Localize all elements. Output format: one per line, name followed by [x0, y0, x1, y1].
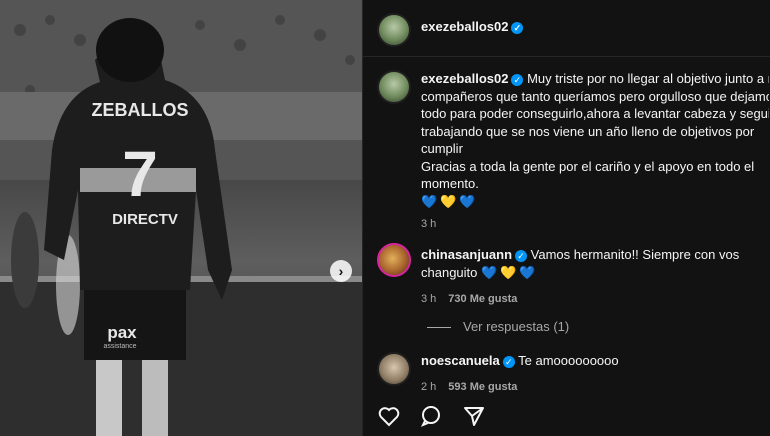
- view-replies-button[interactable]: Ver respuestas (1): [427, 318, 569, 336]
- comment-time[interactable]: 2 h: [421, 381, 436, 393]
- yellow-heart-icon: 💛: [440, 193, 460, 209]
- comment-item: noescanuela ✓ Te amooooooooo 2 h 593 Me gu…: [421, 352, 761, 396]
- caption-time[interactable]: 3 h: [421, 216, 769, 234]
- comment-text: Te amooooooooo: [518, 353, 619, 368]
- sponsor2-sub-text: assistance: [103, 343, 136, 350]
- verified-icon: ✓: [515, 249, 528, 262]
- post-sidebar: exezeballos02 ✓ exezeballos02 ✓ Muy triste…: [362, 0, 770, 436]
- author-avatar[interactable]: [377, 13, 411, 47]
- comment-likes[interactable]: 593 Me gusta: [448, 381, 517, 393]
- verified-icon: ✓: [502, 355, 515, 368]
- caption-line-6: Gracias a toda la gente por el cariño y …: [421, 158, 755, 174]
- verified-icon: ✓: [511, 73, 524, 86]
- comment-text-2: changuito: [421, 265, 478, 280]
- post-actions: [377, 404, 500, 433]
- post-header: exezeballos02 ✓: [363, 0, 770, 57]
- sponsor2-text: pax: [107, 323, 137, 342]
- comment-item: chinasanjuann ✓ Vamos hermanito!! Siempre…: [421, 246, 761, 308]
- reply-divider: [427, 327, 451, 329]
- blue-heart-icon: 💙: [421, 193, 441, 209]
- commenter-avatar[interactable]: [377, 243, 411, 277]
- commenter-avatar[interactable]: [377, 352, 411, 386]
- heart-icon[interactable]: [377, 404, 401, 433]
- share-icon[interactable]: [462, 404, 486, 433]
- caption-line-4: trabajando que se nos viene un año lleno…: [421, 123, 755, 139]
- blue-heart-icon: 💙: [459, 193, 479, 209]
- caption-avatar[interactable]: [377, 70, 411, 104]
- comment-username[interactable]: noescanuela: [421, 353, 500, 368]
- player-illustration: ZEBALLOS 7 DIRECTV pax assistance: [0, 0, 362, 436]
- caption-line-1: exezeballos02 ✓ Muy triste por no llegar …: [421, 70, 769, 88]
- caption-username[interactable]: exezeballos02: [421, 71, 508, 86]
- next-image-button[interactable]: ›: [330, 260, 352, 282]
- post-photo: ZEBALLOS 7 DIRECTV pax assistance ›: [0, 0, 362, 436]
- comment-text: Vamos hermanito!! Siempre con vos: [530, 247, 740, 262]
- blue-heart-icon: 💙: [481, 265, 501, 280]
- view-replies-label[interactable]: Ver respuestas (1): [463, 319, 569, 334]
- author-username-text[interactable]: exezeballos02: [421, 19, 508, 34]
- verified-icon: ✓: [511, 21, 524, 34]
- caption-line-5: cumplir: [421, 141, 463, 156]
- yellow-heart-icon: 💛: [500, 265, 520, 280]
- caption-line-7: momento.: [421, 176, 479, 191]
- post-caption: exezeballos02 ✓ Muy triste por no llegar …: [421, 70, 769, 234]
- author-username[interactable]: exezeballos02 ✓: [421, 19, 524, 34]
- caption-line-2: compañeros que tanto queríamos pero orgu…: [421, 88, 769, 104]
- comment-time[interactable]: 3 h: [421, 293, 436, 305]
- blue-heart-icon: 💙: [519, 265, 539, 280]
- comment-likes[interactable]: 730 Me gusta: [448, 293, 517, 305]
- comment-username[interactable]: chinasanjuann: [421, 247, 512, 262]
- jersey-number: 7: [122, 138, 158, 210]
- comment-icon[interactable]: [419, 404, 443, 433]
- caption-line-3: todo para poder conseguirlo,ahora a leva…: [421, 106, 769, 121]
- caption-text-1: Muy triste por no llegar al objetivo jun…: [527, 71, 769, 86]
- jersey-name: ZEBALLOS: [92, 100, 189, 120]
- sponsor-text: DIRECTV: [112, 211, 178, 228]
- caption-hearts: 💙💛💙: [421, 193, 769, 211]
